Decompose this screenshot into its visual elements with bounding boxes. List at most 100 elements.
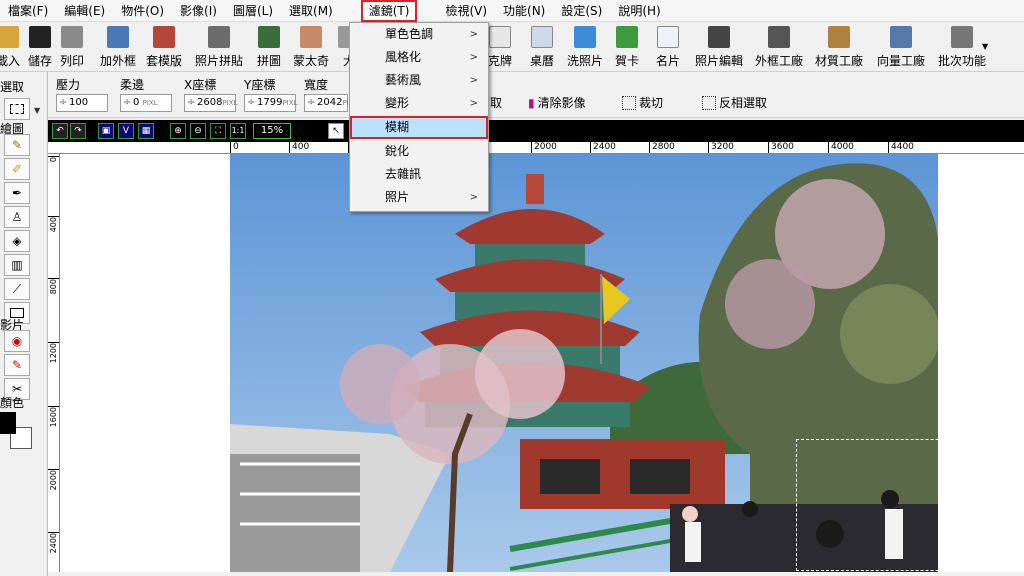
x-coord-option: X座標 2608PIXL xyxy=(184,76,237,112)
vector-factory-button[interactable]: 向量工廠 xyxy=(877,26,925,70)
softness-spinner[interactable]: 0 PIXL xyxy=(120,94,172,112)
highlighter-tool[interactable]: ✐ xyxy=(4,158,30,180)
pressure-spinner[interactable]: 100 xyxy=(56,94,108,112)
photo-print-icon xyxy=(574,26,596,48)
menu-view[interactable]: 檢視(V) xyxy=(437,0,495,22)
photo-edit-icon xyxy=(708,26,730,48)
h-tick: 400 xyxy=(289,142,309,153)
save-button[interactable]: 儲存 xyxy=(28,26,52,70)
red-eye-icon: ◉ xyxy=(11,334,23,348)
frame-factory-icon xyxy=(768,26,790,48)
montage-button[interactable]: 蒙太奇 xyxy=(293,26,329,70)
template-button[interactable]: 套模版 xyxy=(146,26,182,70)
vector-factory-icon xyxy=(890,26,912,48)
width-option: 寬度 2042PIXL xyxy=(304,76,357,112)
menu-help[interactable]: 說明(H) xyxy=(610,0,668,22)
stamp-icon: ♙ xyxy=(11,210,23,224)
undo-icon[interactable]: ↶ xyxy=(52,123,68,139)
chevron-right-icon: > xyxy=(469,29,478,40)
template-icon xyxy=(153,26,175,48)
collage-button[interactable]: 照片拼貼 xyxy=(195,26,243,70)
poker-button[interactable]: 克牌 xyxy=(488,26,512,70)
menu-item-stylize[interactable]: 風格化 > xyxy=(350,46,488,69)
y-coord-spinner[interactable]: 1799PIXL xyxy=(244,94,297,112)
redo-icon[interactable]: ↷ xyxy=(70,123,86,139)
select-command[interactable]: 取 xyxy=(490,94,502,111)
menu-layer[interactable]: 圖層(L) xyxy=(225,0,281,22)
brush-tool[interactable]: ✒ xyxy=(4,182,30,204)
texture-factory-button[interactable]: 材質工廠 xyxy=(815,26,863,70)
retouch-tool[interactable]: ✎ xyxy=(4,354,30,376)
fill-tool[interactable]: ◈ xyxy=(4,230,30,252)
menu-item-distort[interactable]: 變形 > xyxy=(350,92,488,115)
gradient-tool[interactable]: ▥ xyxy=(4,254,30,276)
puzzle-button[interactable]: 拼圖 xyxy=(257,26,281,70)
greeting-card-button[interactable]: 賀卡 xyxy=(615,26,639,70)
calendar-button[interactable]: 桌曆 xyxy=(530,26,554,70)
collage-icon xyxy=(208,26,230,48)
menu-function[interactable]: 功能(N) xyxy=(495,0,553,22)
layers-icon[interactable]: ▣ xyxy=(98,123,114,139)
width-spinner[interactable]: 2042PIXL xyxy=(304,94,357,112)
pen-icon: ✎ xyxy=(11,138,23,152)
floppy-disk-icon xyxy=(29,26,51,48)
business-card-button[interactable]: 名片 xyxy=(656,26,680,70)
canvas-area[interactable] xyxy=(60,154,1024,572)
v-tick: 1200 xyxy=(48,342,59,364)
crop-icon xyxy=(622,95,636,110)
print-button[interactable]: 列印 xyxy=(60,26,84,70)
horizontal-ruler: 0 400 2000 2400 2800 3200 3600 4000 4400 xyxy=(48,142,1024,154)
cards-icon xyxy=(489,26,511,48)
menu-edit[interactable]: 編輯(E) xyxy=(56,0,113,22)
menu-item-sharpen[interactable]: 銳化 xyxy=(350,140,488,163)
h-tick: 4000 xyxy=(828,142,854,153)
zoom-level[interactable]: 15% xyxy=(253,123,291,139)
menu-item-denoise[interactable]: 去雜訊 xyxy=(350,163,488,186)
zoom-in-icon[interactable]: ⊕ xyxy=(170,123,186,139)
rect-select-tool[interactable] xyxy=(4,98,30,120)
fit-screen-icon[interactable]: ⛶ xyxy=(210,123,226,139)
pen-tool[interactable]: ✎ xyxy=(4,134,30,156)
grid-icon[interactable]: ▦ xyxy=(138,123,154,139)
montage-icon xyxy=(300,26,322,48)
menu-item-monochrome[interactable]: 單色色調 > xyxy=(350,23,488,46)
h-tick: 2800 xyxy=(649,142,675,153)
left-tool-panel: 選取 ▼ 繪圖 ✎ ✐ ✒ ♙ ◈ ▥ ⟋ 影片 ◉ ✎ ✂ 顏色 xyxy=(0,72,48,576)
filter-dropdown-menu: 單色色調 > 風格化 > 藝術風 > 變形 > 模糊 銳化 去雜訊 照片 > xyxy=(349,22,489,212)
batch-icon xyxy=(951,26,973,48)
invert-selection-button[interactable]: 反相選取 xyxy=(702,94,767,111)
chevron-down-icon[interactable]: ▼ xyxy=(34,106,40,115)
v-tick: 2000 xyxy=(48,469,59,491)
chevron-down-icon[interactable]: ▼ xyxy=(982,42,988,51)
vector-mode-icon[interactable]: V xyxy=(118,123,134,139)
menu-select[interactable]: 選取(M) xyxy=(281,0,341,22)
menu-object[interactable]: 物件(O) xyxy=(113,0,172,22)
v-tick: 2400 xyxy=(48,532,59,554)
actual-size-icon[interactable]: 1:1 xyxy=(230,123,246,139)
load-button[interactable]: 載入 xyxy=(0,26,20,70)
crop-button[interactable]: 裁切 xyxy=(622,94,663,111)
menu-item-blur[interactable]: 模糊 xyxy=(350,116,488,139)
zoom-out-icon[interactable]: ⊖ xyxy=(190,123,206,139)
add-frame-button[interactable]: 加外框 xyxy=(100,26,136,70)
pointer-icon[interactable]: ↖ xyxy=(328,123,344,139)
menu-item-photo[interactable]: 照片 > xyxy=(350,186,488,209)
menu-file[interactable]: 檔案(F) xyxy=(0,0,56,22)
foreground-color-swatch[interactable] xyxy=(0,412,16,434)
menu-settings[interactable]: 設定(S) xyxy=(553,0,610,22)
menu-image[interactable]: 影像(I) xyxy=(172,0,225,22)
x-coord-spinner[interactable]: 2608PIXL xyxy=(184,94,237,112)
menu-filter[interactable]: 濾鏡(T) xyxy=(360,0,418,22)
photo-image[interactable] xyxy=(230,154,938,572)
v-tick: 0 xyxy=(48,156,59,163)
frame-factory-button[interactable]: 外框工廠 xyxy=(755,26,803,70)
clear-image-button[interactable]: ▮ 清除影像 xyxy=(528,94,586,111)
stamp-tool[interactable]: ♙ xyxy=(4,206,30,228)
print-photo-button[interactable]: 洗照片 xyxy=(567,26,603,70)
menu-item-artistic[interactable]: 藝術風 > xyxy=(350,69,488,92)
photo-edit-button[interactable]: 照片編輯 xyxy=(695,26,743,70)
red-eye-tool[interactable]: ◉ xyxy=(4,330,30,352)
batch-button[interactable]: 批次功能 xyxy=(938,26,986,70)
selection-marquee[interactable] xyxy=(796,439,938,571)
eyedropper-tool[interactable]: ⟋ xyxy=(4,278,30,300)
